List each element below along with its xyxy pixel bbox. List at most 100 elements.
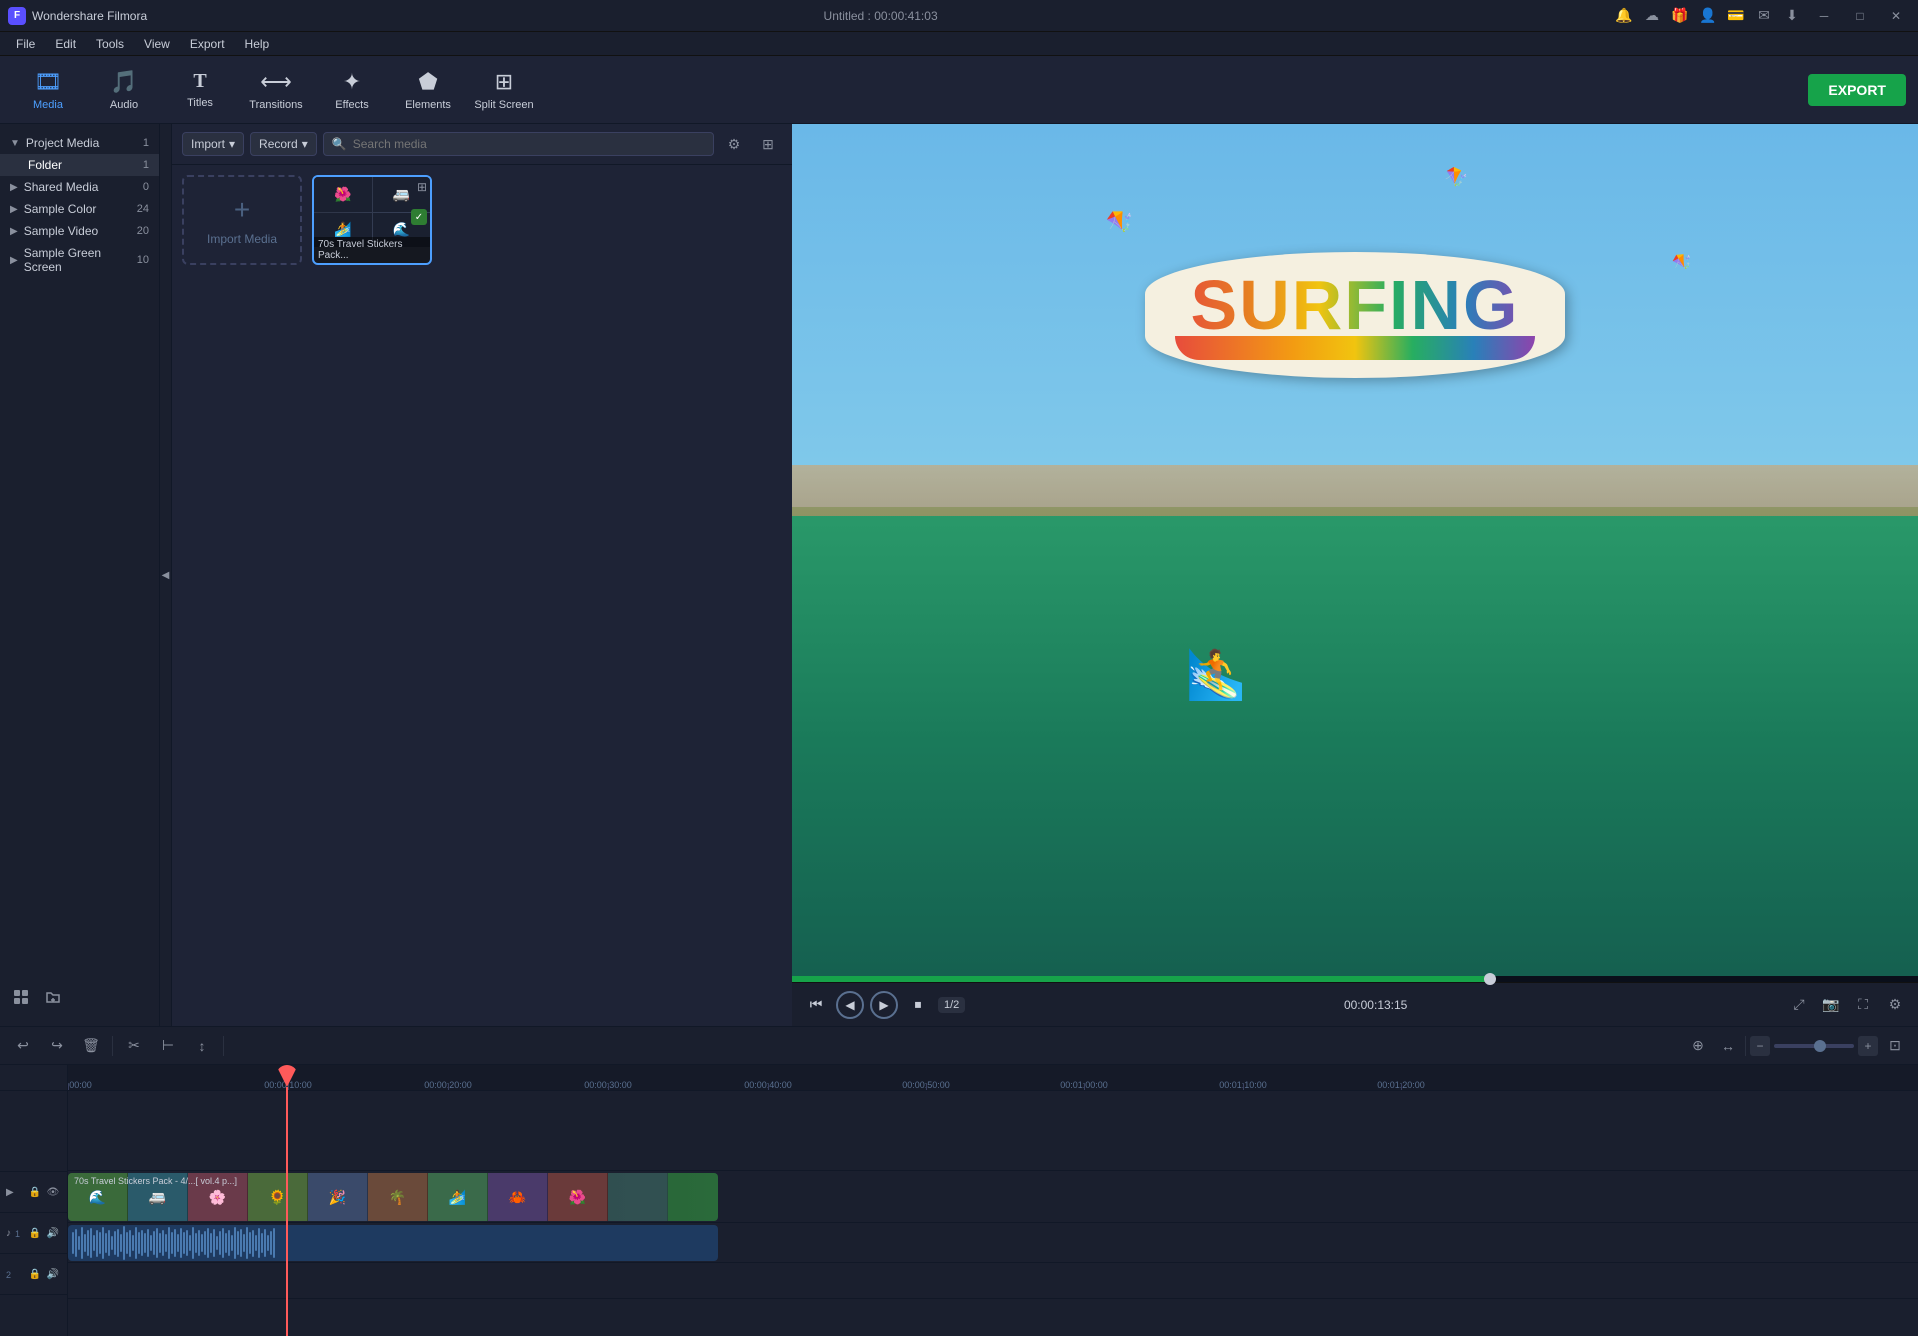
bottom-lock-btn[interactable]: 🔒 xyxy=(27,1267,43,1283)
video-track-controls: 🔒 👁 xyxy=(27,1185,61,1201)
chevron-right-icon-3: ▶ xyxy=(10,226,18,237)
timeline-ruler: 00:00:00:00 00:00:10:00 00:00:20:00 00:0… xyxy=(68,1065,1918,1091)
split-button[interactable]: ⊢ xyxy=(155,1033,181,1059)
close-button[interactable]: ✕ xyxy=(1882,6,1910,26)
zoom-out-button[interactable]: − xyxy=(1750,1036,1770,1056)
settings-btn[interactable]: ⚙ xyxy=(1882,992,1908,1018)
grid-icon: ⊞ xyxy=(417,180,427,194)
card-icon[interactable]: 💳 xyxy=(1726,6,1746,26)
menu-help[interactable]: Help xyxy=(237,35,278,53)
import-media-button[interactable]: + Import Media xyxy=(182,175,302,265)
ruler-spacer xyxy=(0,1065,67,1091)
toolbar-titles[interactable]: T Titles xyxy=(164,60,236,120)
timeline-section: ↩ ↪ 🗑 ✂ ⊢ ↕ ⊕ ↔ − + ⊡ ▶ xyxy=(0,1026,1918,1336)
sidebar-item-folder[interactable]: Folder 1 xyxy=(0,154,159,176)
gift-icon[interactable]: 🎁 xyxy=(1670,6,1690,26)
record-dropdown[interactable]: Record ▾ xyxy=(250,132,317,156)
play-back-frame-button[interactable]: ◀ xyxy=(836,991,864,1019)
import-media-label: Import Media xyxy=(207,232,277,246)
progress-thumb[interactable] xyxy=(1484,973,1496,985)
toolbar-splitscreen[interactable]: ⊞ Split Screen xyxy=(468,60,540,120)
app-name: Wondershare Filmora xyxy=(32,9,147,23)
export-button[interactable]: EXPORT xyxy=(1808,74,1906,106)
bottom-speaker-btn[interactable]: 🔊 xyxy=(45,1267,61,1283)
chevron-right-icon-4: ▶ xyxy=(10,255,18,266)
download-icon[interactable]: ⬇ xyxy=(1782,6,1802,26)
sidebar-item-sample-video[interactable]: ▶ Sample Video 20 xyxy=(0,220,159,242)
notif-icon[interactable]: 🔔 xyxy=(1614,6,1634,26)
toolbar-divider-2 xyxy=(223,1036,224,1056)
ripple-edit-btn[interactable]: ↔ xyxy=(1715,1033,1741,1059)
bottom-track-row xyxy=(68,1263,1918,1299)
fullscreen-btn[interactable]: ⛶ xyxy=(1850,992,1876,1018)
surfing-text: SURFING xyxy=(1175,270,1535,340)
audio-lock-btn[interactable]: 🔒 xyxy=(27,1226,43,1242)
redo-button[interactable]: ↪ xyxy=(44,1033,70,1059)
folder-count: 1 xyxy=(143,159,149,171)
menu-view[interactable]: View xyxy=(136,35,178,53)
undo-button[interactable]: ↩ xyxy=(10,1033,36,1059)
menu-file[interactable]: File xyxy=(8,35,43,53)
view-toggle-btn[interactable]: ⊞ xyxy=(754,130,782,158)
skip-back-button[interactable]: ⏮ xyxy=(802,991,830,1019)
new-folder-btn[interactable] xyxy=(40,984,66,1010)
ruler-tick-6 xyxy=(1084,1084,1085,1090)
toolbar-effects[interactable]: ✦ Effects xyxy=(316,60,388,120)
audio-clip[interactable] xyxy=(68,1225,718,1261)
cloud-icon[interactable]: ☁ xyxy=(1642,6,1662,26)
filter-btn[interactable]: ⚙ xyxy=(720,130,748,158)
sidebar-item-shared-media[interactable]: ▶ Shared Media 0 xyxy=(0,176,159,198)
video-lock-btn[interactable]: 🔒 xyxy=(27,1185,43,1201)
playback-controls: ⏮ ◀ ▶ ⏹ 1/2 00:00:13:15 ⤢ 📷 ⛶ ⚙ xyxy=(792,982,1918,1026)
fit-timeline-btn[interactable]: ⊡ xyxy=(1882,1033,1908,1059)
screenshot-btn[interactable]: 📷 xyxy=(1818,992,1844,1018)
delete-button[interactable]: 🗑 xyxy=(78,1033,104,1059)
zoom-in-button[interactable]: + xyxy=(1858,1036,1878,1056)
progress-bar-container[interactable] xyxy=(792,976,1918,982)
audio-track-icon: ♪ xyxy=(6,1228,11,1239)
zoom-slider[interactable] xyxy=(1774,1044,1854,1048)
chevron-right-icon: ▶ xyxy=(10,182,18,193)
zoom-slider-thumb[interactable] xyxy=(1814,1040,1826,1052)
maximize-button[interactable]: □ xyxy=(1846,6,1874,26)
audio-icon: 🎵 xyxy=(110,69,137,95)
stop-button[interactable]: ⏹ xyxy=(904,991,932,1019)
audio-track-controls: 🔒 🔊 xyxy=(27,1226,61,1242)
audio-detach-button[interactable]: ↕ xyxy=(189,1033,215,1059)
sidebar-collapse-handle[interactable]: ◀ xyxy=(160,124,172,1026)
audio-track-num: 1 xyxy=(15,1229,20,1239)
menu-bar: File Edit Tools View Export Help xyxy=(0,32,1918,56)
media-grid: + Import Media 🌺 🚐 🏄 🌊 ⊞ ✓ 70s Travel St… xyxy=(172,165,792,1026)
video-clip[interactable]: 70s Travel Stickers Pack - 4/...[ vol.4 … xyxy=(68,1173,718,1221)
sidebar-item-project-media[interactable]: ▼ Project Media 1 xyxy=(0,132,159,154)
track-area: 70s Travel Stickers Pack - 4/...[ vol.4 … xyxy=(68,1091,1918,1336)
toolbar-audio[interactable]: 🎵 Audio xyxy=(88,60,160,120)
menu-export[interactable]: Export xyxy=(182,35,233,53)
water-bg xyxy=(792,507,1918,976)
import-dropdown[interactable]: Import ▾ xyxy=(182,132,244,156)
video-eye-btn[interactable]: 👁 xyxy=(45,1185,61,1201)
menu-tools[interactable]: Tools xyxy=(88,35,132,53)
timeline-tracks[interactable]: 00:00:00:00 00:00:10:00 00:00:20:00 00:0… xyxy=(68,1065,1918,1336)
import-to-project-btn[interactable] xyxy=(8,984,34,1010)
user-icon[interactable]: 👤 xyxy=(1698,6,1718,26)
effects-icon: ✦ xyxy=(343,69,361,95)
mail-icon[interactable]: ✉ xyxy=(1754,6,1774,26)
cut-button[interactable]: ✂ xyxy=(121,1033,147,1059)
playback-ratio[interactable]: 1/2 xyxy=(938,997,965,1013)
add-track-button[interactable]: ⊕ xyxy=(1685,1033,1711,1059)
toolbar-transitions[interactable]: ⟷ Transitions xyxy=(240,60,312,120)
screen-size-btn[interactable]: ⤢ xyxy=(1786,992,1812,1018)
toolbar-media[interactable]: 🎞 Media xyxy=(12,60,84,120)
ruler-tick-2 xyxy=(448,1084,449,1090)
media-item-stickers-pack[interactable]: 🌺 🚐 🏄 🌊 ⊞ ✓ 70s Travel Stickers Pack... xyxy=(312,175,432,265)
sidebar-item-sample-color[interactable]: ▶ Sample Color 24 xyxy=(0,198,159,220)
toolbar-elements[interactable]: ⬟ Elements xyxy=(392,60,464,120)
minimize-button[interactable]: ─ xyxy=(1810,6,1838,26)
audio-speaker-btn[interactable]: 🔊 xyxy=(45,1226,61,1242)
sidebar-item-sample-green-screen[interactable]: ▶ Sample Green Screen 10 xyxy=(0,242,159,278)
import-chevron-icon: ▾ xyxy=(229,137,235,151)
menu-edit[interactable]: Edit xyxy=(47,35,84,53)
play-button[interactable]: ▶ xyxy=(870,991,898,1019)
search-input[interactable] xyxy=(353,137,705,151)
